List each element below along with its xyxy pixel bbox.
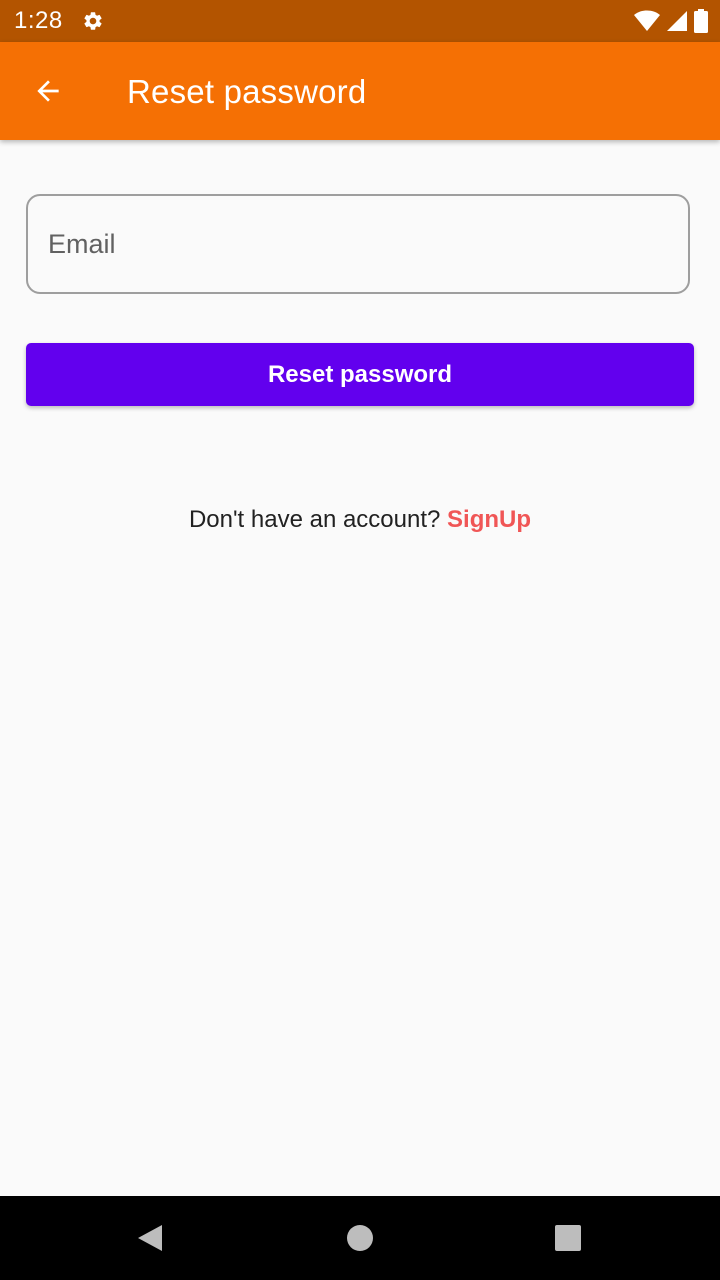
nav-recents-button[interactable] xyxy=(544,1214,592,1262)
home-circle-icon xyxy=(347,1225,373,1251)
signup-prompt: Don't have an account? SignUp xyxy=(0,505,720,535)
page-title: Reset password xyxy=(127,73,367,110)
nav-home-button[interactable] xyxy=(336,1214,384,1262)
recents-square-icon xyxy=(555,1225,581,1251)
wifi-icon xyxy=(634,10,660,31)
status-icons xyxy=(634,9,708,33)
email-input[interactable] xyxy=(48,196,668,292)
cell-signal-icon xyxy=(667,11,687,31)
settings-icon xyxy=(84,12,102,30)
email-field[interactable] xyxy=(26,194,690,294)
arrow-back-icon xyxy=(37,80,59,102)
back-triangle-icon xyxy=(138,1225,162,1251)
signup-prompt-text: Don't have an account? xyxy=(188,506,441,533)
battery-icon xyxy=(694,9,708,33)
nav-back-button[interactable] xyxy=(126,1214,174,1262)
back-button[interactable] xyxy=(20,63,76,119)
system-nav-bar xyxy=(0,1196,720,1280)
status-bar: 1:28 xyxy=(0,0,720,42)
status-time: 1:28 xyxy=(14,7,63,34)
app-bar: Reset password xyxy=(0,42,720,140)
signup-link[interactable]: SignUp xyxy=(447,506,531,533)
reset-password-button[interactable]: Reset password xyxy=(26,343,694,406)
